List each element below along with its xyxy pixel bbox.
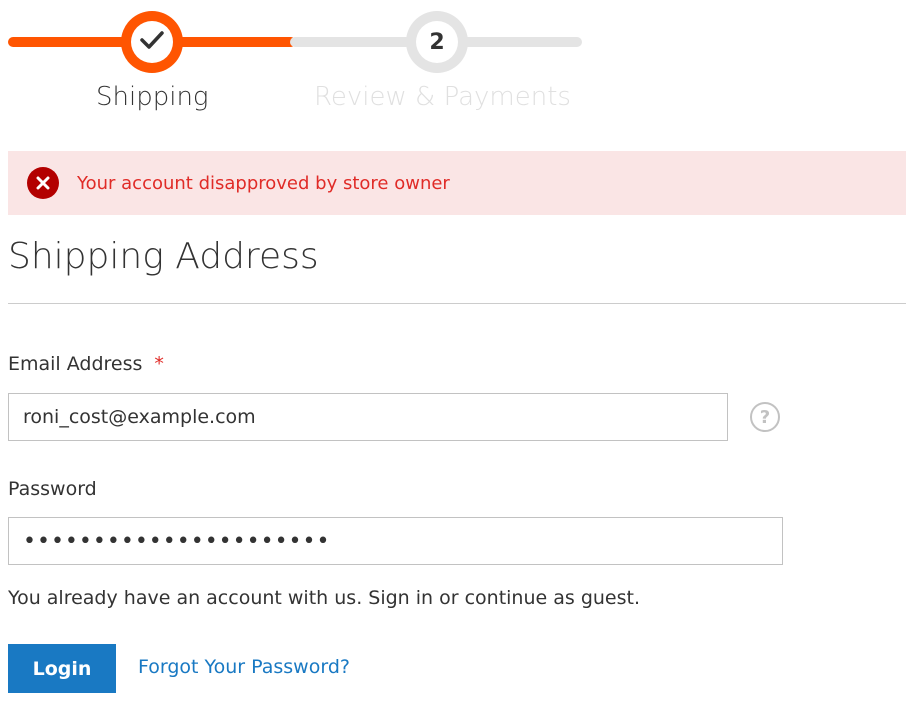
error-message-text: Your account disapproved by store owner — [77, 172, 450, 194]
required-marker: * — [154, 353, 164, 375]
error-message: Your account disapproved by store owner — [8, 151, 906, 215]
section-divider — [8, 303, 906, 304]
password-field[interactable] — [8, 517, 783, 565]
step-shipping-marker — [121, 11, 183, 73]
check-icon — [140, 30, 164, 54]
question-mark-icon[interactable]: ? — [750, 402, 780, 432]
step-shipping-label: Shipping — [96, 82, 209, 112]
step-review-payments-label: Review & Payments — [314, 82, 571, 112]
email-field[interactable] — [8, 393, 728, 441]
password-label: Password — [8, 478, 97, 500]
login-button[interactable]: Login — [8, 644, 116, 693]
account-note: You already have an account with us. Sig… — [8, 587, 641, 609]
step-review-payments-marker: 2 — [406, 11, 468, 73]
email-label: Email Address * — [8, 353, 164, 375]
email-label-text: Email Address — [8, 353, 143, 375]
error-x-icon — [27, 167, 59, 199]
step-number: 2 — [416, 21, 458, 63]
shipping-address-title: Shipping Address — [8, 236, 319, 277]
checkout-progress-bar: Shipping 2 Review & Payments — [0, 0, 600, 130]
forgot-password-link[interactable]: Forgot Your Password? — [138, 656, 350, 678]
